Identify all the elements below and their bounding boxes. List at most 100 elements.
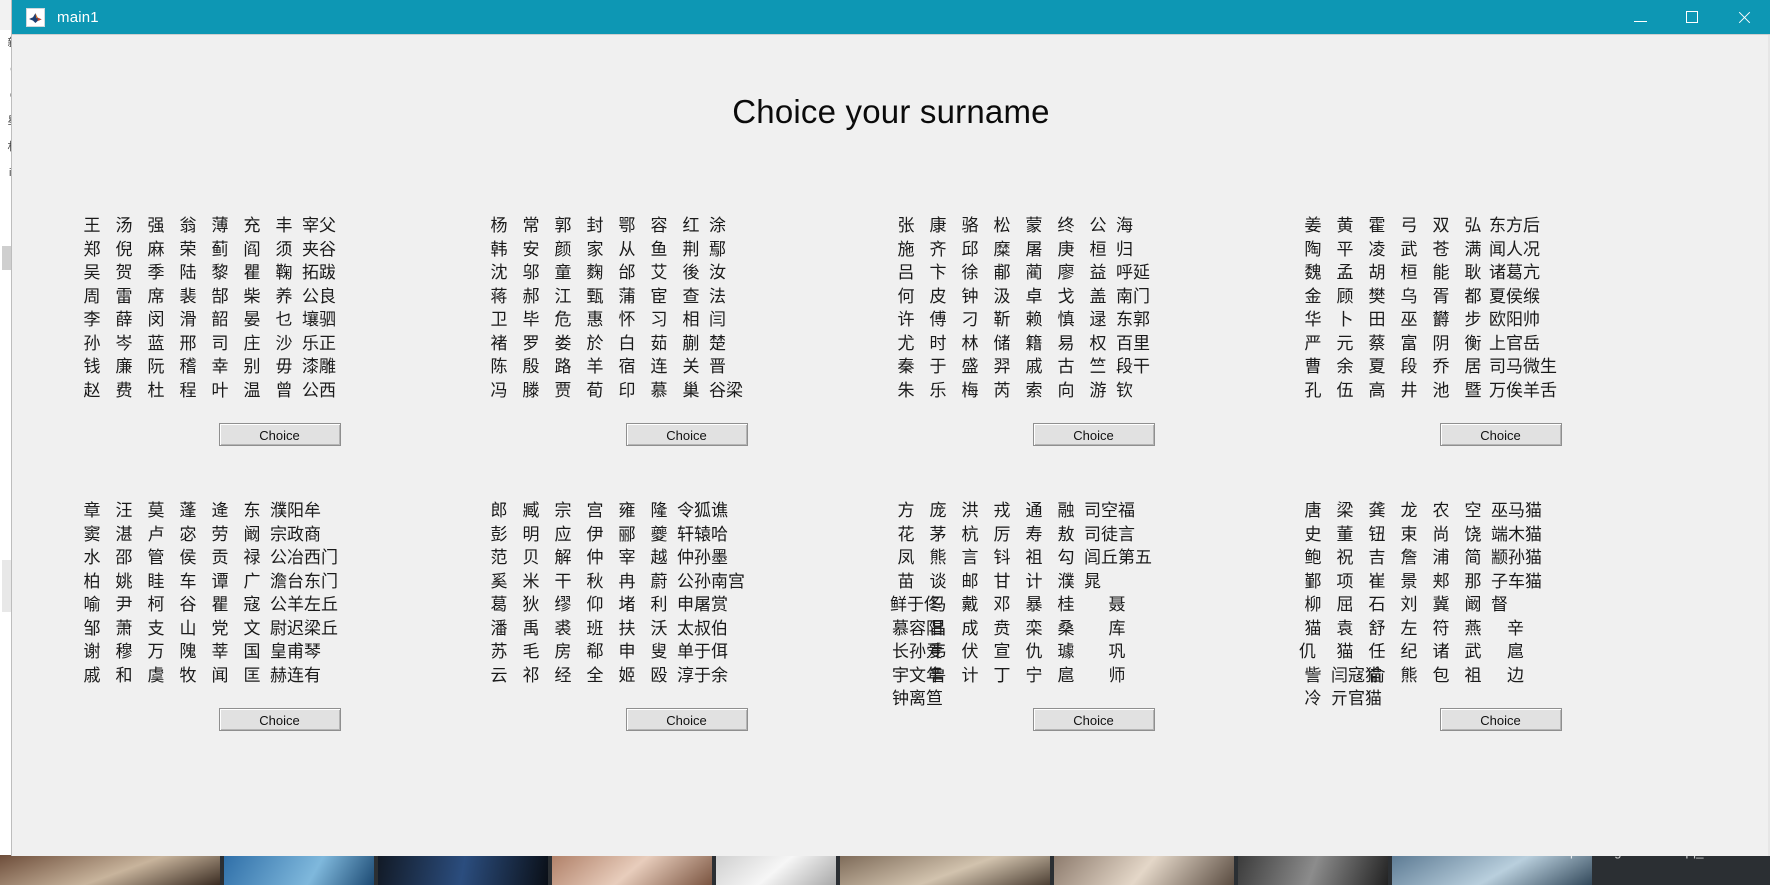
surname-cell[interactable]: 管	[140, 547, 172, 571]
surname-cell[interactable]: 甄	[579, 286, 611, 310]
surname-cell[interactable]: 阚	[236, 524, 268, 548]
surname-cell[interactable]: 稽	[172, 356, 204, 380]
surname-cell[interactable]: 宿	[611, 356, 643, 380]
surname-cell[interactable]: 申屠赏	[675, 594, 745, 618]
surname-cell[interactable]: 莫	[140, 500, 172, 524]
surname-cell[interactable]: 成	[954, 618, 986, 642]
surname-cell[interactable]: 敖	[1050, 524, 1082, 548]
surname-cell[interactable]: 郙	[986, 262, 1018, 286]
surname-cell[interactable]: 汲	[986, 286, 1018, 310]
surname-cell[interactable]: 岑	[108, 333, 140, 357]
surname-cell[interactable]: 步	[1457, 309, 1489, 333]
surname-cell[interactable]: 晏	[236, 309, 268, 333]
surname-cell[interactable]: 韦	[922, 641, 954, 665]
surname-cell[interactable]: 乔	[1425, 356, 1457, 380]
surname-cell[interactable]: 钟	[954, 286, 986, 310]
surname-cell[interactable]: 文	[236, 618, 268, 642]
surname-cell[interactable]: 司徒言	[1082, 524, 1152, 548]
surname-cell[interactable]: 督	[1489, 594, 1542, 618]
surname-cell[interactable]: 司马微生	[1489, 356, 1557, 380]
surname-cell[interactable]: 闵	[140, 309, 172, 333]
surname-cell[interactable]: 壤驷	[300, 309, 336, 333]
surname-cell[interactable]: 蒲	[611, 286, 643, 310]
surname-cell[interactable]: 百里	[1114, 333, 1150, 357]
surname-cell[interactable]: 宗	[547, 500, 579, 524]
surname-cell[interactable]: 上官岳	[1489, 333, 1540, 357]
surname-cell[interactable]: 相	[675, 309, 707, 333]
surname-cell[interactable]: 祁	[515, 665, 547, 689]
surname-cell[interactable]: 冉	[611, 571, 643, 595]
surname-cell[interactable]: 水	[76, 547, 108, 571]
surname-cell[interactable]: 鱼	[643, 239, 675, 263]
surname-cell[interactable]: 麴	[579, 262, 611, 286]
surname-cell[interactable]: 屠	[1018, 239, 1050, 263]
surname-cell[interactable]: 易	[1050, 333, 1082, 357]
surname-cell[interactable]: 段	[1393, 356, 1425, 380]
surname-cell[interactable]: 涂	[707, 215, 743, 239]
surname-cell[interactable]: 傅	[922, 309, 954, 333]
surname-cell[interactable]: 符	[1425, 618, 1457, 642]
surname-cell[interactable]: 骆	[954, 215, 986, 239]
surname-cell[interactable]: 罗	[515, 333, 547, 357]
surname-cell[interactable]: 艾	[643, 262, 675, 286]
surname-cell[interactable]: 古	[1050, 356, 1082, 380]
surname-cell[interactable]: 池	[1425, 380, 1457, 404]
surname-cell[interactable]: 衡	[1457, 333, 1489, 357]
surname-cell[interactable]: 籍	[1018, 333, 1050, 357]
surname-cell[interactable]: 柳	[1297, 594, 1329, 618]
surname-cell[interactable]: 丰	[268, 215, 300, 239]
surname-cell[interactable]: 广	[236, 571, 268, 595]
surname-cell[interactable]: 盛	[954, 356, 986, 380]
surname-cell[interactable]: 时	[922, 333, 954, 357]
surname-cell[interactable]: 楚	[707, 333, 743, 357]
surname-cell[interactable]: 武	[1457, 641, 1489, 665]
surname-cell[interactable]: 计	[954, 665, 986, 689]
surname-cell[interactable]: 游	[1082, 380, 1114, 404]
surname-cell[interactable]: 钮	[1361, 524, 1393, 548]
surname-cell[interactable]: 寿	[1018, 524, 1050, 548]
surname-cell[interactable]: 米	[515, 571, 547, 595]
surname-cell[interactable]: 阎	[236, 239, 268, 263]
surname-cell[interactable]: 竺	[1082, 356, 1114, 380]
surname-cell[interactable]: 程	[172, 380, 204, 404]
surname-cell[interactable]: 拓跋	[300, 262, 336, 286]
surname-cell[interactable]: 法	[707, 286, 743, 310]
surname-cell[interactable]: 曹	[1297, 356, 1329, 380]
surname-cell[interactable]: 毋	[268, 356, 300, 380]
surname-cell[interactable]: 唐	[1297, 500, 1329, 524]
surname-cell[interactable]: 陈	[483, 356, 515, 380]
surname-cell[interactable]	[1521, 380, 1523, 404]
close-button[interactable]	[1718, 0, 1770, 34]
surname-cell[interactable]: 伊	[579, 524, 611, 548]
surname-cell[interactable]: 纪	[1393, 641, 1425, 665]
surname-cell[interactable]: 海	[1114, 215, 1150, 239]
surname-cell[interactable]: 富	[1393, 333, 1425, 357]
surname-cell[interactable]: 蔺	[1018, 262, 1050, 286]
surname-cell[interactable]: 仉	[1297, 641, 1329, 665]
surname-cell[interactable]: 蒋	[483, 286, 515, 310]
surname-cell[interactable]: 和	[108, 665, 140, 689]
surname-cell[interactable]: 姚	[108, 571, 140, 595]
surname-cell[interactable]: 李	[76, 309, 108, 333]
surname-cell[interactable]: 韩	[483, 239, 515, 263]
surname-cell[interactable]: 裘	[547, 618, 579, 642]
surname-cell[interactable]: 松	[986, 215, 1018, 239]
surname-cell[interactable]: 叟	[643, 641, 675, 665]
surname-cell[interactable]: 华	[1297, 309, 1329, 333]
surname-cell[interactable]: 储	[986, 333, 1018, 357]
surname-cell[interactable]: 祖	[1018, 547, 1050, 571]
surname-cell[interactable]: 齐	[922, 239, 954, 263]
surname-cell[interactable]: 乐正	[300, 333, 336, 357]
surname-cell[interactable]: 雍	[611, 500, 643, 524]
surname-cell[interactable]: 公良	[300, 286, 336, 310]
surname-cell[interactable]: 马	[922, 594, 954, 618]
surname-cell[interactable]: 暨	[1457, 380, 1489, 404]
surname-cell[interactable]: 眭	[140, 571, 172, 595]
surname-cell[interactable]: 吴	[76, 262, 108, 286]
surname-cell[interactable]: 仲	[579, 547, 611, 571]
surname-cell[interactable]: 吕	[890, 262, 922, 286]
surname-cell[interactable]: 薛	[108, 309, 140, 333]
surname-cell[interactable]: 隆	[643, 500, 675, 524]
surname-cell[interactable]: 郝	[515, 286, 547, 310]
surname-cell[interactable]: 黎	[204, 262, 236, 286]
